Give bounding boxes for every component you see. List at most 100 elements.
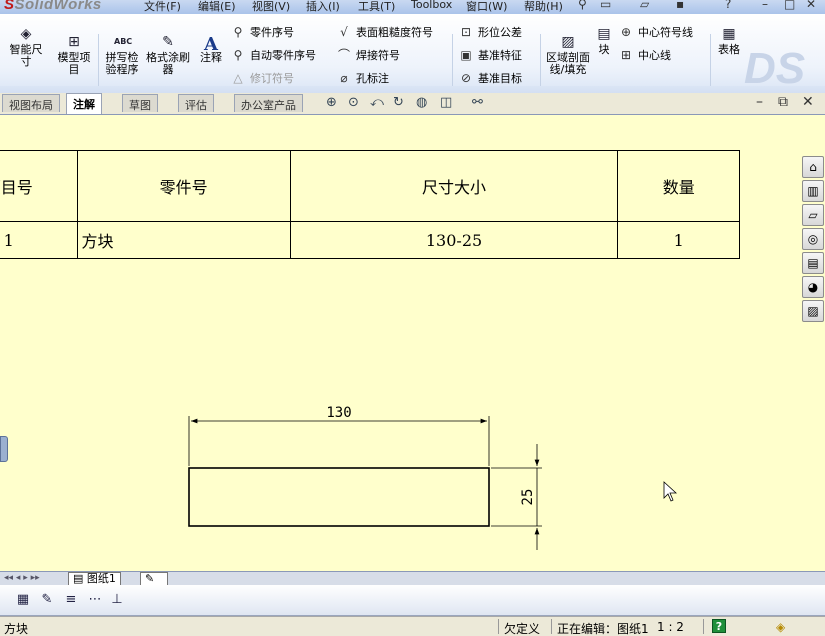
block-part-outline[interactable] xyxy=(188,467,490,527)
block-label: 块 xyxy=(598,43,610,56)
center-mark-button[interactable]: ⊕ 中心符号线 xyxy=(618,26,693,39)
width-dimension-value[interactable]: 130 xyxy=(326,405,351,421)
surface-finish-button[interactable]: √ 表面粗糙度符号 xyxy=(336,26,433,39)
area-hatch-label: 区域剖面线/填充 xyxy=(546,51,590,76)
datum-feature-button[interactable]: ▣ 基准特征 xyxy=(458,49,522,62)
restore-window-icon[interactable]: □ xyxy=(784,0,795,11)
tab-view-layout[interactable]: 视图布局 xyxy=(2,94,60,112)
model-items-button[interactable]: ⊞ 模型项目 xyxy=(54,34,94,76)
line-thickness-icon[interactable]: ≡ xyxy=(62,592,80,610)
menu-file[interactable]: 文件(F) xyxy=(144,0,181,14)
datum-feature-label: 基准特征 xyxy=(478,49,522,62)
note-icon: A xyxy=(204,34,218,55)
sheet-nav-arrows[interactable]: ◂◂ ◂ ▸ ▸▸ xyxy=(4,573,40,583)
sheet-tab-label: 图纸1 xyxy=(86,572,116,585)
geometric-tolerance-label: 形位公差 xyxy=(478,26,522,39)
sheet-tab-bar: ◂◂ ◂ ▸ ▸▸ ▤ 图纸1 ✎ xyxy=(0,571,825,586)
zoom-to-fit-icon[interactable]: ⊕ xyxy=(326,95,337,110)
bottom-toolbar: ▦ ✎ ≡ ⋯ ⊥ xyxy=(0,585,825,616)
menu-edit[interactable]: 编辑(E) xyxy=(198,0,236,14)
revision-symbol-button[interactable]: △ 修订符号 xyxy=(230,72,294,85)
block-icon: ▤ xyxy=(597,26,611,42)
search-icon[interactable]: ◎ xyxy=(802,228,824,250)
title-menu-bar: SSolidWorks 文件(F) 编辑(E) 视图(V) 插入(I) 工具(T… xyxy=(0,0,825,14)
doc-minimize-icon[interactable]: – xyxy=(756,94,763,110)
close-window-icon[interactable]: ✕ xyxy=(806,0,816,11)
sheet-icon: ▤ xyxy=(73,572,84,585)
smart-dimension-button[interactable]: ◈ 智能尺寸 xyxy=(6,26,46,68)
pin-icon[interactable]: ⚲ xyxy=(578,0,587,11)
menu-window[interactable]: 窗口(W) xyxy=(466,0,507,14)
geometric-tolerance-icon: ⊡ xyxy=(460,25,472,39)
balloon-button[interactable]: ⚲ 零件序号 xyxy=(230,26,294,39)
line-style-icon[interactable]: ⋯ xyxy=(86,592,104,610)
menu-toolbox[interactable]: Toolbox xyxy=(411,0,452,11)
hide-show-edges-icon[interactable]: ⊥ xyxy=(108,592,126,610)
table-label: 表格 xyxy=(718,43,740,56)
centerline-button[interactable]: ⊞ 中心线 xyxy=(618,49,671,62)
format-painter-label: 格式涂刷器 xyxy=(146,51,190,76)
tab-annotation[interactable]: 注解 xyxy=(66,93,102,114)
tab-evaluate[interactable]: 评估 xyxy=(178,94,214,112)
drawing-sheet[interactable]: 项目号 零件号 尺寸大小 数量 1 方块 130-25 1 130 xyxy=(0,116,800,571)
status-separator xyxy=(551,619,552,634)
app-logo: SSolidWorks xyxy=(4,0,102,13)
annotation-ribbon: ◈ 智能尺寸 ⊞ 模型项目 ABC 拼写检验程序 ✎ 格式涂刷器 A 注释 ⚲ 零… xyxy=(0,14,825,105)
status-separator xyxy=(703,619,704,634)
geometric-tolerance-button[interactable]: ⊡ 形位公差 xyxy=(458,26,522,39)
view-palette-icon[interactable]: ▤ xyxy=(802,252,824,274)
minimize-window-icon[interactable]: – xyxy=(762,0,768,11)
help-dropdown-icon[interactable]: ? xyxy=(725,0,731,11)
balloon-label: 零件序号 xyxy=(250,26,294,39)
status-separator xyxy=(498,619,499,634)
datum-target-button[interactable]: ⊘ 基准目标 xyxy=(458,72,522,85)
new-document-icon[interactable]: ▭ xyxy=(600,0,611,11)
height-dimension-value[interactable]: 25 xyxy=(520,489,536,506)
sheet-tab-1[interactable]: ▤ 图纸1 xyxy=(68,572,121,586)
layer-properties-icon[interactable]: ▦ xyxy=(14,592,32,610)
spell-check-label: 拼写检验程序 xyxy=(105,51,139,76)
status-editing: 正在编辑：图纸1 xyxy=(557,622,649,636)
help-icon[interactable]: ? xyxy=(712,619,726,633)
status-selection-text: 方块 xyxy=(4,622,29,636)
display-style-icon[interactable]: ◫ xyxy=(440,95,452,110)
line-color-icon[interactable]: ✎ xyxy=(38,592,56,610)
render-tools-icon[interactable]: ◍ xyxy=(416,95,427,110)
revision-symbol-label: 修订符号 xyxy=(250,72,294,85)
open-folder-icon[interactable]: ▱ xyxy=(640,0,649,11)
add-sheet-icon[interactable]: ✎ xyxy=(140,572,168,586)
menu-insert[interactable]: 插入(I) xyxy=(306,0,340,14)
task-pane-tabs: ⌂ ▥ ▱ ◎ ▤ ◕ ▨ xyxy=(800,150,825,325)
appearances-icon[interactable]: ◕ xyxy=(802,276,824,298)
surface-finish-label: 表面粗糙度符号 xyxy=(356,26,433,39)
auto-balloon-label: 自动零件序号 xyxy=(250,49,316,62)
table-button[interactable]: ▦ 表格 xyxy=(714,26,744,56)
menu-help[interactable]: 帮助(H) xyxy=(524,0,563,14)
home-icon[interactable]: ⌂ xyxy=(802,156,824,178)
zoom-previous-icon[interactable]: ⤺ xyxy=(370,95,384,110)
zoom-to-area-icon[interactable]: ⊙ xyxy=(348,95,359,110)
weld-symbol-button[interactable]: ⌒ 焊接符号 xyxy=(336,49,400,62)
custom-properties-icon[interactable]: ▨ xyxy=(802,300,824,322)
auto-balloon-button[interactable]: ⚲ 自动零件序号 xyxy=(230,49,316,62)
doc-close-icon[interactable]: ✕ xyxy=(802,94,814,110)
save-icon[interactable]: ▪ xyxy=(676,0,684,11)
doc-restore-icon[interactable]: ⧉ xyxy=(778,94,788,110)
rebuild-icon[interactable]: ↻ xyxy=(393,95,404,110)
block-button[interactable]: ▤ 块 xyxy=(594,26,614,56)
file-explorer-icon[interactable]: ▱ xyxy=(802,204,824,226)
rebuild-status-icon[interactable]: ◈ xyxy=(776,620,785,634)
menu-view[interactable]: 视图(V) xyxy=(252,0,290,14)
balloon-icon: ⚲ xyxy=(233,25,243,39)
spell-check-button[interactable]: ABC 拼写检验程序 xyxy=(102,34,142,76)
format-painter-button[interactable]: ✎ 格式涂刷器 xyxy=(146,34,190,76)
hole-callout-button[interactable]: ⌀ 孔标注 xyxy=(336,72,389,85)
tab-sketch[interactable]: 草图 xyxy=(122,94,158,112)
design-library-icon[interactable]: ▥ xyxy=(802,180,824,202)
hide-show-items-icon[interactable]: ⚯ xyxy=(472,95,483,110)
note-button[interactable]: A 注释 xyxy=(196,34,226,64)
area-hatch-button[interactable]: ▨ 区域剖面线/填充 xyxy=(544,34,592,76)
menu-tools[interactable]: 工具(T) xyxy=(358,0,395,14)
tab-office-products[interactable]: 办公室产品 xyxy=(234,94,303,112)
ribbon-separator xyxy=(540,34,541,86)
